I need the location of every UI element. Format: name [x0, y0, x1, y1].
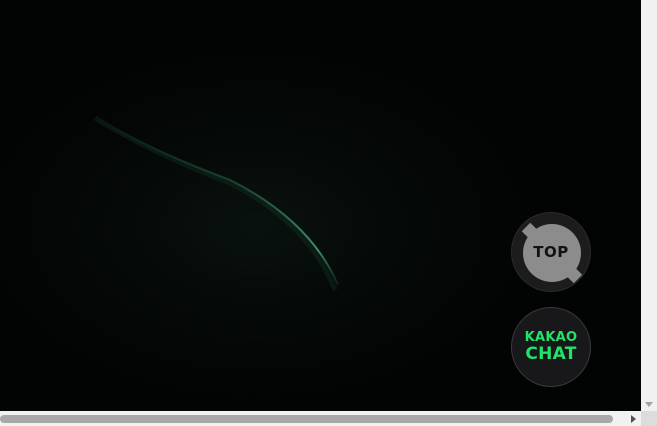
- kakao-chat-line2: CHAT: [525, 343, 577, 364]
- scroll-to-top-button[interactable]: TOP: [511, 212, 591, 292]
- top-button-label: TOP: [533, 243, 569, 261]
- scrollbar-corner: [641, 411, 657, 426]
- scroll-down-arrow-icon[interactable]: [645, 402, 653, 407]
- horizontal-scrollbar-thumb[interactable]: [0, 415, 613, 423]
- horizontal-scrollbar[interactable]: [0, 411, 641, 426]
- scroll-right-arrow-icon[interactable]: [631, 415, 636, 423]
- vertical-scrollbar[interactable]: [641, 0, 657, 411]
- kakao-chat-line1: KAKAO: [524, 329, 578, 345]
- kakao-chat-button[interactable]: KAKAO CHAT: [511, 307, 591, 387]
